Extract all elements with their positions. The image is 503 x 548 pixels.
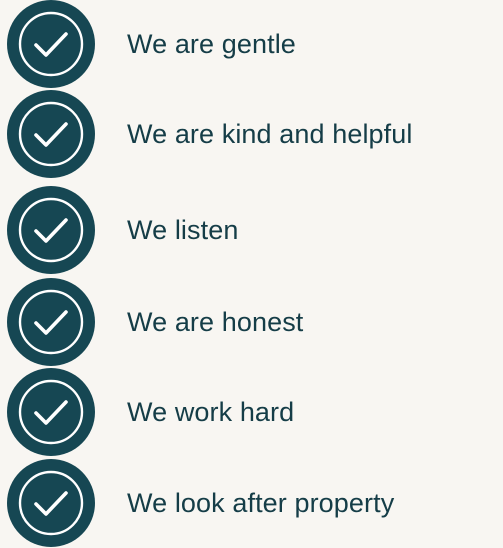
check-circle-icon (6, 367, 96, 457)
list-item-label: We are kind and helpful (127, 119, 413, 149)
list-item: We work hard (0, 367, 503, 457)
values-list: We are gentle We are kind and helpful We… (0, 0, 503, 547)
list-item-label: We listen (127, 215, 239, 245)
check-circle-icon (6, 89, 96, 179)
list-item-label: We are gentle (127, 29, 296, 59)
list-item-label: We work hard (127, 397, 295, 427)
list-item: We listen (0, 185, 503, 275)
check-circle-icon (6, 458, 96, 548)
list-item: We are honest (0, 277, 503, 367)
list-item: We look after property (0, 458, 503, 548)
list-item: We are kind and helpful (0, 89, 503, 179)
list-item-label: We are honest (127, 307, 304, 337)
check-circle-icon (6, 277, 96, 367)
list-item: We are gentle (0, 0, 503, 89)
check-circle-icon (6, 185, 96, 275)
check-circle-icon (6, 0, 96, 89)
list-item-label: We look after property (127, 488, 395, 518)
